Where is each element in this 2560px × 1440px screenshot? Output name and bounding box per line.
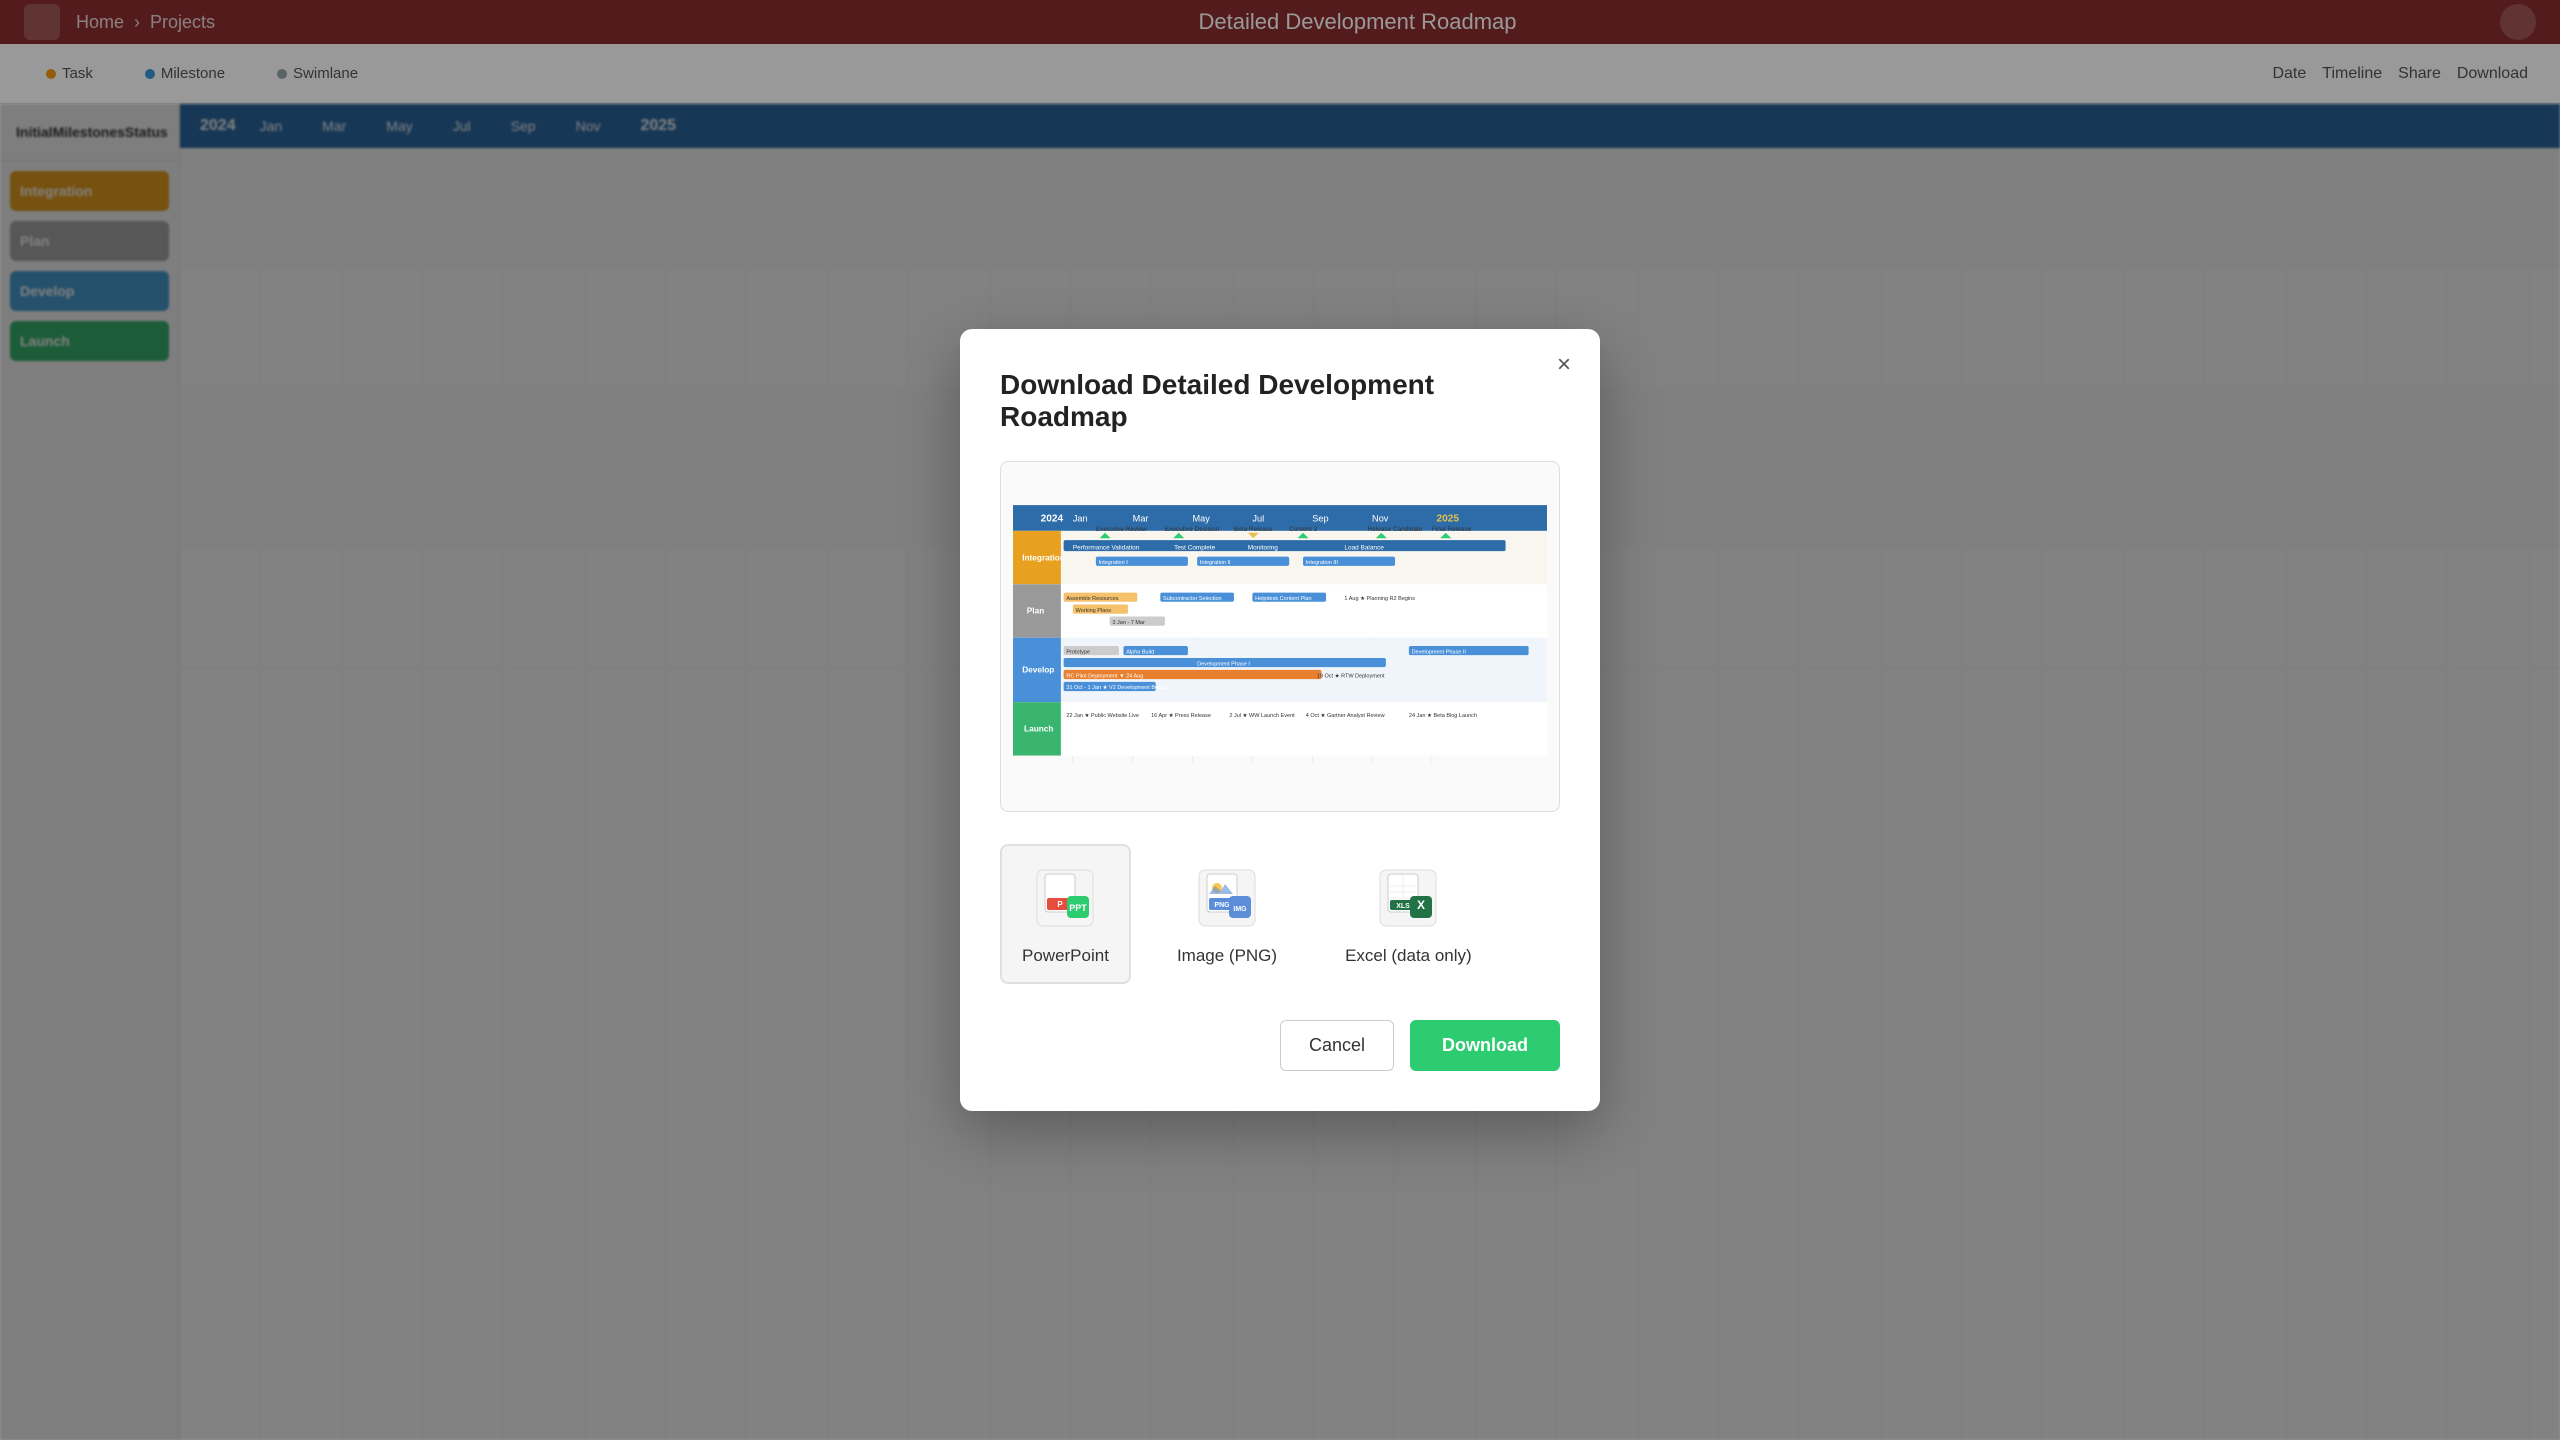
svg-text:Launch: Launch xyxy=(1024,725,1053,734)
svg-text:Development Phase I: Development Phase I xyxy=(1197,661,1250,667)
svg-text:19 Oct ★ RTW Deployment: 19 Oct ★ RTW Deployment xyxy=(1317,672,1385,679)
modal-title: Download Detailed Development Roadmap xyxy=(1000,369,1560,433)
format-excel-label: Excel (data only) xyxy=(1345,946,1472,966)
svg-text:Test Complete: Test Complete xyxy=(1174,544,1216,551)
svg-text:PPT: PPT xyxy=(1070,903,1088,913)
svg-text:24 Jan ★ Beta Blog Launch: 24 Jan ★ Beta Blog Launch xyxy=(1409,712,1477,719)
svg-text:2024: 2024 xyxy=(1041,514,1064,525)
svg-text:Subcontractor Selection: Subcontractor Selection xyxy=(1163,596,1222,602)
svg-text:Integration: Integration xyxy=(1022,553,1065,562)
download-button[interactable]: Download xyxy=(1410,1020,1560,1071)
svg-text:Load Balance: Load Balance xyxy=(1344,544,1384,551)
svg-text:Executive Review: Executive Review xyxy=(1096,526,1147,533)
format-powerpoint-label: PowerPoint xyxy=(1022,946,1109,966)
svg-text:Executive Decision: Executive Decision xyxy=(1165,526,1220,533)
format-powerpoint[interactable]: P PPT PowerPoint xyxy=(1000,844,1131,984)
svg-text:RC Pilot Deployment ▼ 24 Aug: RC Pilot Deployment ▼ 24 Aug xyxy=(1066,673,1143,679)
svg-text:Jan: Jan xyxy=(1073,514,1088,524)
modal-close-button[interactable]: × xyxy=(1548,349,1580,381)
svg-text:Monitoring: Monitoring xyxy=(1248,544,1278,551)
modal-overlay: × Download Detailed Development Roadmap … xyxy=(0,0,2560,1440)
svg-text:Mar: Mar xyxy=(1133,514,1149,524)
png-icon: PNG IMG xyxy=(1191,862,1263,934)
svg-text:22 Jan ★ Public Website Live: 22 Jan ★ Public Website Live xyxy=(1066,712,1139,719)
svg-text:XLS: XLS xyxy=(1397,903,1411,910)
svg-text:Content 3: Content 3 xyxy=(1289,526,1317,533)
powerpoint-icon: P PPT xyxy=(1029,862,1101,934)
svg-text:16 Apr ★ Press Release: 16 Apr ★ Press Release xyxy=(1151,712,1211,719)
svg-text:Release Candidate: Release Candidate xyxy=(1367,526,1422,533)
svg-text:Integration II: Integration II xyxy=(1200,560,1231,566)
svg-text:3 Jan - 7 Mar: 3 Jan - 7 Mar xyxy=(1112,620,1145,626)
format-options: P PPT PowerPoint PNG xyxy=(1000,844,1560,984)
svg-text:Nov: Nov xyxy=(1372,514,1389,524)
svg-text:P: P xyxy=(1058,900,1064,909)
svg-text:Develop: Develop xyxy=(1022,666,1054,675)
svg-text:Helpdesk Content Plan: Helpdesk Content Plan xyxy=(1255,596,1311,602)
svg-text:1 Aug ★ Planning R2 Begins: 1 Aug ★ Planning R2 Begins xyxy=(1344,595,1415,602)
svg-text:Development Phase II: Development Phase II xyxy=(1412,649,1467,655)
svg-text:Beta Release: Beta Release xyxy=(1234,526,1273,533)
format-png[interactable]: PNG IMG Image (PNG) xyxy=(1155,844,1299,984)
gantt-preview-container: 2024 Jan Mar May Jul Sep Nov 2025 xyxy=(1000,461,1560,812)
svg-text:4 Oct ★ Gartner Analyst Review: 4 Oct ★ Gartner Analyst Review xyxy=(1306,712,1385,719)
svg-text:Prototype: Prototype xyxy=(1066,649,1090,655)
svg-text:Jul: Jul xyxy=(1252,514,1264,524)
modal-actions: Cancel Download xyxy=(1000,1020,1560,1071)
svg-text:Final Release: Final Release xyxy=(1432,526,1472,533)
svg-text:2 Jul ★ WW Launch Event: 2 Jul ★ WW Launch Event xyxy=(1229,712,1295,719)
svg-text:Performance Validation: Performance Validation xyxy=(1073,544,1140,551)
download-modal: × Download Detailed Development Roadmap … xyxy=(960,329,1600,1111)
excel-icon: XLS X xyxy=(1372,862,1444,934)
svg-text:Integration III: Integration III xyxy=(1306,560,1339,566)
svg-text:X: X xyxy=(1417,898,1425,912)
svg-text:Plan: Plan xyxy=(1027,607,1044,616)
svg-text:Alpha Build: Alpha Build xyxy=(1126,649,1154,655)
svg-text:31 Oct - 1 Jan ★ V2 Developmen: 31 Oct - 1 Jan ★ V2 Development Begins xyxy=(1066,684,1168,691)
svg-text:PNG: PNG xyxy=(1214,902,1230,909)
svg-text:May: May xyxy=(1193,514,1211,524)
svg-text:IMG: IMG xyxy=(1233,906,1247,913)
format-png-label: Image (PNG) xyxy=(1177,946,1277,966)
format-excel[interactable]: XLS X Excel (data only) xyxy=(1323,844,1494,984)
svg-text:Assemble Resources: Assemble Resources xyxy=(1066,596,1118,602)
svg-text:Working Plans: Working Plans xyxy=(1076,608,1112,614)
cancel-button[interactable]: Cancel xyxy=(1280,1020,1394,1071)
gantt-preview-svg: 2024 Jan Mar May Jul Sep Nov 2025 xyxy=(1013,474,1547,794)
svg-text:Integration I: Integration I xyxy=(1099,560,1129,566)
svg-text:2025: 2025 xyxy=(1437,514,1460,525)
svg-text:Sep: Sep xyxy=(1312,514,1328,524)
